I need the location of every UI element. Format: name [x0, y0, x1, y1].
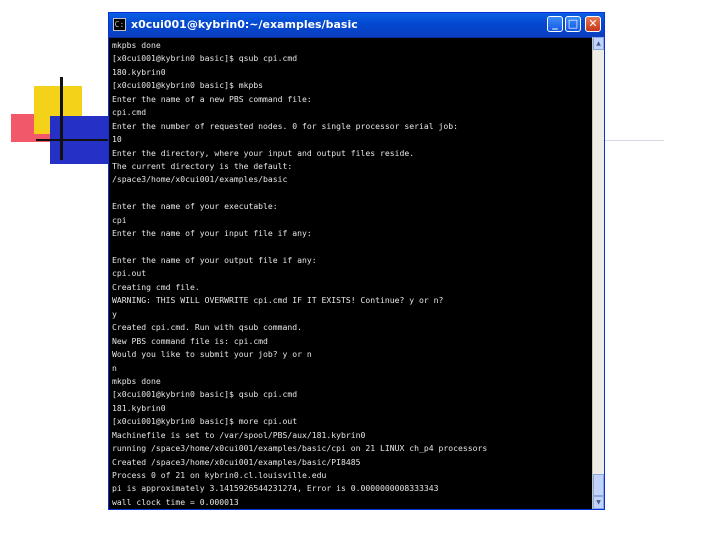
- terminal-icon[interactable]: C:: [113, 18, 126, 31]
- console-line: /space3/home/x0cui001/examples/basic: [112, 174, 288, 185]
- maximize-button[interactable]: □: [565, 16, 581, 32]
- console-line: WARNING: THIS WILL OVERWRITE cpi.cmd IF …: [112, 295, 444, 306]
- console-line: Enter the number of requested nodes. 0 f…: [112, 120, 458, 131]
- console-line: mkpbs done: [112, 40, 161, 50]
- scroll-down-button[interactable]: ▼: [593, 496, 604, 509]
- console-line: [x0cui001@kybrin0 basic]$ mkpbs: [112, 80, 264, 91]
- console-line: Enter the name of your executable:: [112, 201, 278, 212]
- console-line: 180.kybrin0: [112, 66, 166, 77]
- console-line: 10: [112, 134, 122, 145]
- terminal-window[interactable]: C: x0cui001@kybrin0:~/examples/basic _ □…: [108, 12, 605, 510]
- console-line: n: [112, 362, 117, 373]
- console-line: The current directory is the default:: [112, 160, 293, 171]
- slide-decoration-rule: [600, 140, 664, 141]
- console-line: 181.kybrin0: [112, 402, 166, 413]
- console-line: Creating cmd file.: [112, 281, 200, 292]
- console-line: Would you like to submit your job? y or …: [112, 349, 312, 360]
- console-line: cpi.out: [112, 268, 147, 279]
- minimize-button[interactable]: _: [547, 16, 563, 32]
- console-line: wall clock time = 0.000013: [112, 496, 239, 507]
- console-line: Created /space3/home/x0cui001/examples/b…: [112, 456, 361, 467]
- console-line: Enter the directory, where your input an…: [112, 147, 415, 158]
- console-line: [x0cui001@kybrin0 basic]$ qsub cpi.cmd: [112, 389, 298, 400]
- console-line: cpi.cmd: [112, 107, 147, 118]
- console-line: [x0cui001@kybrin0 basic]$ qsub cpi.cmd: [112, 53, 298, 64]
- console-line: New PBS command file is: cpi.cmd: [112, 335, 268, 346]
- window-title: x0cui001@kybrin0:~/examples/basic: [131, 18, 358, 31]
- console-line: [x0cui001@kybrin0 basic]$ more cpi.out: [112, 416, 298, 427]
- scroll-up-button[interactable]: ▲: [593, 37, 604, 50]
- slide-decoration-horizontal-line: [36, 139, 116, 141]
- title-bar[interactable]: C: x0cui001@kybrin0:~/examples/basic _ □…: [109, 13, 604, 38]
- console-line: y: [112, 308, 117, 319]
- scroll-thumb[interactable]: [593, 474, 604, 496]
- console-line: pi is approximately 3.1415926544231274, …: [112, 483, 439, 494]
- console-line: Created cpi.cmd. Run with qsub command.: [112, 322, 303, 333]
- vertical-scrollbar[interactable]: ▲ ▼: [592, 37, 604, 509]
- console-line: running /space3/home/x0cui001/examples/b…: [112, 443, 488, 454]
- console-line: cpi: [112, 214, 127, 225]
- console-line: Enter the name of your input file if any…: [112, 228, 312, 239]
- console-output[interactable]: mkpbs done [x0cui001@kybrin0 basic]$ qsub…: [111, 39, 592, 509]
- console-line: Enter the name of your output file if an…: [112, 255, 317, 265]
- console-line: Machinefile is set to /var/spool/PBS/aux…: [112, 429, 366, 440]
- console-line: mkpbs done: [112, 375, 161, 386]
- close-button[interactable]: ✕: [585, 16, 601, 32]
- slide-decoration-vertical-line: [60, 77, 63, 160]
- console-line: Enter the name of a new PBS command file…: [112, 93, 312, 104]
- console-line: Process 0 of 21 on kybrin0.cl.louisville…: [112, 470, 327, 480]
